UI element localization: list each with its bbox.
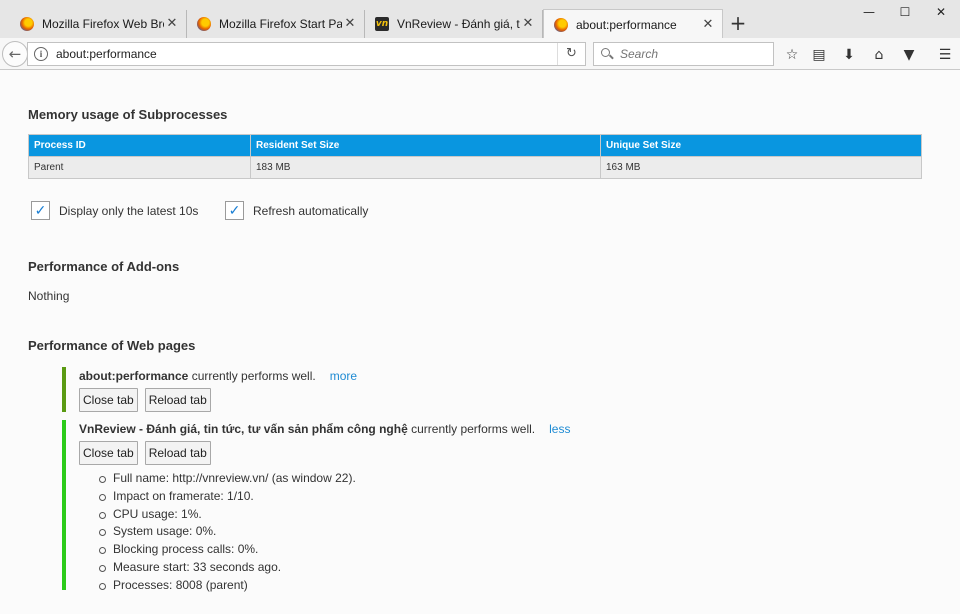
url-input[interactable] xyxy=(56,47,536,61)
window-close-icon[interactable]: ✕ xyxy=(930,4,952,20)
column-header-resident: Resident Set Size xyxy=(250,134,601,157)
webpages-heading: Performance of Web pages xyxy=(28,338,196,353)
close-icon[interactable]: ✕ xyxy=(342,16,358,32)
firefox-icon xyxy=(20,17,34,31)
reload-icon[interactable]: ↻ xyxy=(557,43,585,65)
list-item: Measure start: 33 seconds ago. xyxy=(96,559,570,577)
memory-table: Process ID Resident Set Size Unique Set … xyxy=(28,134,922,179)
perf-entry-about-performance: about:performance currently performs wel… xyxy=(62,367,357,412)
tab-strip: Mozilla Firefox Web Browser — Free Downl… xyxy=(0,0,960,39)
page-status: currently performs well. xyxy=(407,422,536,436)
addons-empty-text: Nothing xyxy=(28,289,70,303)
checkbox-refresh[interactable]: ✓ xyxy=(225,201,244,220)
search-icon xyxy=(600,47,614,61)
vnreview-icon: vn xyxy=(375,17,389,31)
list-item: System usage: 0%. xyxy=(96,523,570,541)
close-icon[interactable]: ✕ xyxy=(520,16,536,32)
option-refresh[interactable]: ✓ Refresh automatically xyxy=(225,201,368,220)
perf-details-list: Full name: http://vnreview.vn/ (as windo… xyxy=(96,470,570,595)
column-header-process-id: Process ID xyxy=(28,134,251,157)
download-icon[interactable]: ⬇ xyxy=(840,46,858,64)
search-bar[interactable] xyxy=(593,42,774,66)
close-tab-button[interactable]: Close tab xyxy=(79,388,138,412)
firefox-icon xyxy=(197,17,211,31)
option-latest[interactable]: ✓ Display only the latest 10s xyxy=(31,201,198,220)
checkbox-refresh-label: Refresh automatically xyxy=(253,203,369,218)
url-bar[interactable]: i ↻ xyxy=(27,42,586,66)
reload-tab-button[interactable]: Reload tab xyxy=(144,388,211,412)
pocket-icon[interactable]: ▼ xyxy=(900,46,918,64)
reload-tab-button[interactable]: Reload tab xyxy=(144,441,211,465)
tab-vnreview[interactable]: vn VnReview - Đánh giá, tin tức, tư vấn … xyxy=(365,10,543,38)
more-link[interactable]: more xyxy=(330,369,357,383)
page-status: currently performs well. xyxy=(188,369,316,383)
bookmarks-list-icon[interactable]: ▤ xyxy=(810,46,828,64)
minimize-icon[interactable]: — xyxy=(858,4,880,20)
search-input[interactable] xyxy=(620,47,770,61)
close-tab-button[interactable]: Close tab xyxy=(79,441,138,465)
back-button[interactable]: ← xyxy=(2,41,28,67)
process-id-cell: Parent xyxy=(28,156,251,179)
list-item: CPU usage: 1%. xyxy=(96,506,570,524)
tab-firefox-download[interactable]: Mozilla Firefox Web Browser — Free Downl… xyxy=(10,10,187,38)
tab-title: Mozilla Firefox Web Browser — Free Downl… xyxy=(42,17,164,31)
checkbox-latest-label: Display only the latest 10s xyxy=(59,203,199,218)
table-header-row: Process ID Resident Set Size Unique Set … xyxy=(28,134,922,157)
memory-heading: Memory usage of Subprocesses xyxy=(28,107,228,122)
list-item: Impact on framerate: 1/10. xyxy=(96,488,570,506)
bookmark-star-icon[interactable]: ☆ xyxy=(783,46,801,64)
new-tab-button[interactable]: + xyxy=(728,13,748,33)
list-item: Blocking process calls: 0%. xyxy=(96,541,570,559)
perf-entry-line: about:performance currently performs wel… xyxy=(79,367,357,385)
less-link[interactable]: less xyxy=(549,422,570,436)
close-icon[interactable]: ✕ xyxy=(700,17,716,33)
list-item: Full name: http://vnreview.vn/ (as windo… xyxy=(96,470,570,488)
home-icon[interactable]: ⌂ xyxy=(870,46,888,64)
perf-entry-line: VnReview - Đánh giá, tin tức, tư vấn sản… xyxy=(79,420,570,438)
unique-size-cell: 163 MB xyxy=(600,156,922,179)
tab-firefox-start[interactable]: Mozilla Firefox Start Page ✕ xyxy=(187,10,365,38)
maximize-icon[interactable]: ☐ xyxy=(894,4,916,20)
navigation-toolbar: ← i ↻ ☆ ▤ ⬇ ⌂ ▼ ☰ xyxy=(0,38,960,70)
column-header-unique: Unique Set Size xyxy=(600,134,922,157)
page-name: VnReview - Đánh giá, tin tức, tư vấn sản… xyxy=(79,422,408,436)
firefox-icon xyxy=(554,17,568,32)
tab-title: VnReview - Đánh giá, tin tức, tư vấn xyxy=(397,17,520,31)
tab-title: about:performance xyxy=(576,17,677,32)
page-name: about:performance xyxy=(79,369,189,383)
close-icon[interactable]: ✕ xyxy=(164,16,180,32)
perf-entry-vnreview: VnReview - Đánh giá, tin tức, tư vấn sản… xyxy=(62,420,570,592)
checkbox-latest[interactable]: ✓ xyxy=(31,201,50,220)
tab-title: Mozilla Firefox Start Page xyxy=(219,17,342,31)
addons-heading: Performance of Add-ons xyxy=(28,259,180,274)
list-item: Processes: 8008 (parent) xyxy=(96,577,570,595)
info-icon[interactable]: i xyxy=(34,47,48,61)
resident-size-cell: 183 MB xyxy=(250,156,601,179)
tab-about-performance[interactable]: about:performance ✕ xyxy=(543,9,723,39)
menu-icon[interactable]: ☰ xyxy=(936,46,954,64)
table-row: Parent 183 MB 163 MB xyxy=(28,156,922,179)
